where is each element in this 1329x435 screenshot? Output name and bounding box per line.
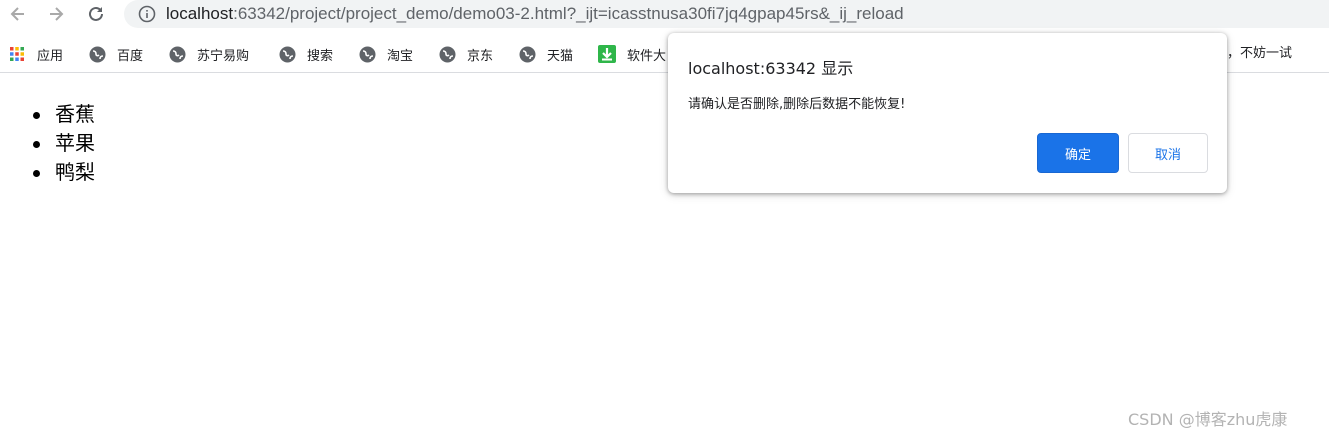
bookmark-software[interactable]: 软件大	[598, 44, 666, 64]
confirm-button[interactable]: 确定	[1037, 133, 1119, 173]
bookmark-tmall[interactable]: 天猫	[518, 44, 573, 64]
fruit-list: 香蕉 苹果 鸭梨	[33, 100, 95, 187]
browser-toolbar: localhost:63342/project/project_demo/dem…	[0, 0, 1329, 30]
download-icon	[598, 45, 616, 63]
list-item: 鸭梨	[33, 158, 95, 187]
arrow-left-icon	[10, 7, 24, 21]
bookmark-label: 百度	[117, 48, 144, 64]
arrow-right-icon	[50, 7, 64, 21]
bookmark-baidu[interactable]: 百度	[88, 44, 143, 64]
dialog-message: 请确认是否删除,删除后数据不能恢复!	[688, 97, 906, 112]
reload-icon	[89, 6, 103, 21]
bookmark-search[interactable]: 搜索	[278, 44, 333, 64]
apps-grid-icon	[8, 45, 26, 63]
bookmark-label: 应用	[37, 48, 64, 64]
bookmark-jd[interactable]: 京东	[438, 44, 493, 64]
site-info-icon[interactable]	[137, 4, 157, 24]
url-host: localhost	[166, 4, 234, 23]
bookmark-label: 软件大	[627, 48, 667, 64]
bookmark-label: 京东	[467, 48, 494, 64]
globe-icon	[88, 45, 106, 63]
back-button[interactable]	[6, 2, 30, 26]
list-item: 香蕉	[33, 100, 95, 129]
bookmark-label: 苏宁易购	[197, 48, 250, 64]
cancel-button[interactable]: 取消	[1128, 133, 1208, 173]
globe-icon	[278, 45, 296, 63]
bookmark-label: 天猫	[547, 48, 574, 64]
forward-button[interactable]	[44, 2, 68, 26]
globe-icon	[168, 45, 186, 63]
globe-icon	[518, 45, 536, 63]
reload-button[interactable]	[84, 2, 108, 26]
list-item: 苹果	[33, 129, 95, 158]
confirm-dialog: localhost:63342 显示 请确认是否删除,删除后数据不能恢复! 确定…	[668, 33, 1227, 193]
url-path: :63342/project/project_demo/demo03-2.htm…	[233, 4, 904, 23]
bookmark-label: 搜索	[307, 48, 334, 64]
bookmark-label: 淘宝	[387, 48, 414, 64]
url-text[interactable]: localhost:63342/project/project_demo/dem…	[166, 3, 904, 25]
bookmark-suning[interactable]: 苏宁易购	[168, 44, 249, 64]
globe-icon	[358, 45, 376, 63]
globe-icon	[438, 45, 456, 63]
bookmark-apps[interactable]: 应用	[8, 44, 63, 64]
bookmark-taobao[interactable]: 淘宝	[358, 44, 413, 64]
dialog-title: localhost:63342 显示	[688, 59, 854, 78]
watermark: CSDN @博客zhu虎康	[1128, 410, 1288, 429]
